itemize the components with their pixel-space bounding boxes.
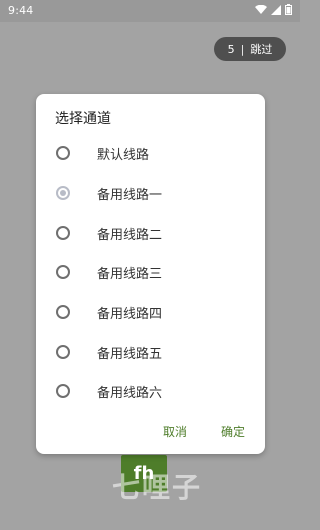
channel-option-backup-3[interactable]: 备用线路三 [56, 255, 246, 289]
radio-button[interactable] [56, 345, 70, 359]
channel-dialog: 选择通道 默认线路 备用线路一 备用线路二 备用线路三 备用线路四 备用线路五 … [36, 94, 265, 454]
status-time: 9:44 [8, 4, 34, 17]
option-label: 备用线路二 [97, 227, 163, 243]
option-label: 备用线路六 [97, 385, 163, 401]
channel-option-default[interactable]: 默认线路 [56, 136, 246, 170]
channel-option-backup-4[interactable]: 备用线路四 [56, 295, 246, 329]
status-icons [255, 4, 292, 15]
skip-label: 跳过 [250, 43, 273, 56]
dialog-actions: 取消 确定 [163, 423, 245, 440]
channel-option-backup-2[interactable]: 备用线路二 [56, 216, 246, 250]
radio-button[interactable] [56, 384, 70, 398]
option-label: 备用线路一 [97, 187, 163, 203]
status-bar: 9:44 [0, 0, 300, 22]
skip-countdown: 5 [227, 42, 235, 56]
option-label: 默认线路 [97, 147, 150, 163]
battery-icon [285, 4, 292, 15]
option-label: 备用线路三 [97, 266, 163, 282]
watermark-logo: 七哩子 [112, 471, 203, 504]
confirm-button[interactable]: 确定 [221, 423, 245, 440]
option-label: 备用线路五 [97, 346, 163, 362]
radio-button[interactable] [56, 265, 70, 279]
signal-icon [271, 4, 281, 15]
channel-option-backup-1[interactable]: 备用线路一 [56, 176, 246, 210]
radio-button-selected[interactable] [56, 186, 70, 200]
option-label: 备用线路四 [97, 306, 163, 322]
radio-button[interactable] [56, 305, 70, 319]
dialog-title: 选择通道 [55, 111, 111, 127]
channel-option-backup-5[interactable]: 备用线路五 [56, 335, 246, 369]
radio-button[interactable] [56, 146, 70, 160]
radio-button[interactable] [56, 226, 70, 240]
skip-button[interactable]: 5 | 跳过 [214, 37, 286, 61]
channel-option-backup-6[interactable]: 备用线路六 [56, 374, 246, 408]
skip-separator: | [240, 42, 245, 56]
cancel-button[interactable]: 取消 [163, 423, 187, 440]
wifi-icon [255, 4, 267, 14]
